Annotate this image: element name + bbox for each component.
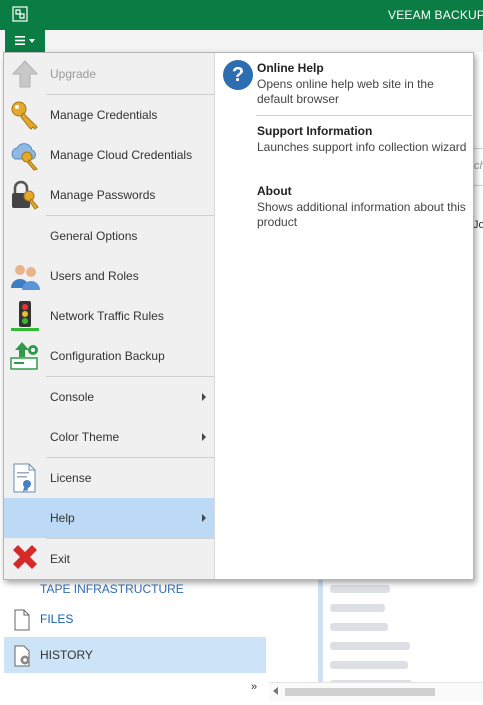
menu-item-upgrade[interactable]: Upgrade bbox=[4, 54, 214, 94]
horizontal-scrollbar[interactable] bbox=[269, 682, 483, 701]
chevron-right-icon bbox=[202, 433, 206, 441]
menu-item-label: Help bbox=[50, 511, 75, 525]
submenu-about[interactable]: About Shows additional information about… bbox=[257, 184, 467, 230]
file-icon bbox=[14, 609, 30, 631]
scrollbar-thumb[interactable] bbox=[285, 688, 435, 696]
nav-item-label: HISTORY bbox=[40, 648, 93, 662]
blurred-row bbox=[330, 661, 408, 669]
ribbon-bar bbox=[0, 30, 483, 52]
menu-item-label: Configuration Backup bbox=[50, 349, 165, 363]
chevron-right-icon bbox=[202, 393, 206, 401]
scroll-left-icon[interactable] bbox=[273, 687, 278, 695]
menu-item-label: Manage Cloud Credentials bbox=[50, 148, 193, 162]
menu-item-label: Manage Credentials bbox=[50, 108, 158, 122]
menu-item-label: Color Theme bbox=[50, 430, 120, 444]
submenu-description: Launches support info collection wizard bbox=[257, 140, 467, 154]
submenu-description: Shows additional information about this … bbox=[257, 200, 466, 229]
blurred-row bbox=[330, 623, 388, 631]
users-icon bbox=[11, 265, 40, 290]
exit-x-icon bbox=[13, 545, 37, 569]
help-question-icon: ? bbox=[223, 60, 253, 90]
search-placeholder: ch bbox=[474, 160, 483, 172]
menu-item-label: General Options bbox=[50, 229, 138, 243]
blurred-row bbox=[330, 642, 410, 650]
key-icon bbox=[11, 101, 38, 130]
menu-item-label: Manage Passwords bbox=[50, 188, 156, 202]
menu-item-general-options[interactable]: General Options bbox=[4, 216, 214, 256]
expand-nav-icon[interactable]: » bbox=[251, 681, 257, 693]
menu-item-label: Upgrade bbox=[50, 67, 97, 81]
nav-item-files[interactable]: FILES bbox=[4, 601, 266, 637]
menu-item-exit[interactable]: Exit bbox=[4, 539, 214, 579]
menu-item-manage-credentials[interactable]: Manage Credentials bbox=[4, 95, 214, 135]
menu-item-color-theme[interactable]: Color Theme bbox=[4, 417, 214, 457]
app-title: VEEAM BACKUP A bbox=[388, 8, 483, 22]
lock-key-icon bbox=[12, 180, 39, 210]
tree-guide-line bbox=[318, 580, 323, 688]
submenu-divider bbox=[256, 115, 472, 116]
menu-item-license[interactable]: License bbox=[4, 458, 214, 498]
blurred-row bbox=[330, 585, 390, 593]
main-menu-button[interactable] bbox=[5, 30, 45, 52]
hamburger-icon bbox=[15, 36, 25, 45]
nav-item-label: TAPE INFRASTRUCTURE bbox=[40, 582, 184, 596]
menu-item-network-traffic-rules[interactable]: Network Traffic Rules bbox=[4, 296, 214, 336]
menu-item-label: License bbox=[50, 471, 92, 485]
submenu-title: About bbox=[257, 184, 292, 198]
menu-item-label: Exit bbox=[50, 552, 71, 566]
nav-item-label: FILES bbox=[40, 612, 74, 626]
menu-item-users-and-roles[interactable]: Users and Roles bbox=[4, 256, 214, 296]
upgrade-arrow-icon bbox=[11, 60, 39, 88]
license-document-icon bbox=[13, 463, 36, 493]
main-menu-popup: Upgrade Manage Credentials Manage Cloud … bbox=[3, 52, 474, 580]
config-backup-icon bbox=[10, 342, 38, 370]
nav-item-history[interactable]: HISTORY bbox=[4, 637, 266, 673]
history-file-icon bbox=[14, 645, 30, 667]
column-header-partial: Jo bbox=[473, 219, 483, 231]
menu-item-console[interactable]: Console bbox=[4, 377, 214, 417]
chevron-right-icon bbox=[202, 514, 206, 522]
traffic-light-icon bbox=[11, 301, 39, 331]
menu-item-label: Network Traffic Rules bbox=[50, 309, 164, 323]
submenu-title: Online Help bbox=[257, 61, 324, 75]
menu-item-manage-cloud-credentials[interactable]: Manage Cloud Credentials bbox=[4, 135, 214, 175]
menu-item-manage-passwords[interactable]: Manage Passwords bbox=[4, 175, 214, 215]
menu-item-label: Users and Roles bbox=[50, 269, 139, 283]
submenu-support-information[interactable]: Support Information Launches support inf… bbox=[257, 124, 467, 155]
chevron-down-icon bbox=[29, 39, 35, 43]
cloud-key-icon bbox=[11, 143, 38, 171]
app-logo-icon bbox=[12, 6, 28, 22]
blurred-row bbox=[330, 604, 385, 612]
menu-item-help[interactable]: Help bbox=[4, 498, 214, 538]
menu-item-label: Console bbox=[50, 390, 95, 404]
menu-item-configuration-backup[interactable]: Configuration Backup bbox=[4, 336, 214, 376]
submenu-online-help[interactable]: Online Help Opens online help web site i… bbox=[257, 61, 467, 107]
submenu-description: Opens online help web site in the defaul… bbox=[257, 77, 434, 106]
submenu-title: Support Information bbox=[257, 124, 373, 138]
